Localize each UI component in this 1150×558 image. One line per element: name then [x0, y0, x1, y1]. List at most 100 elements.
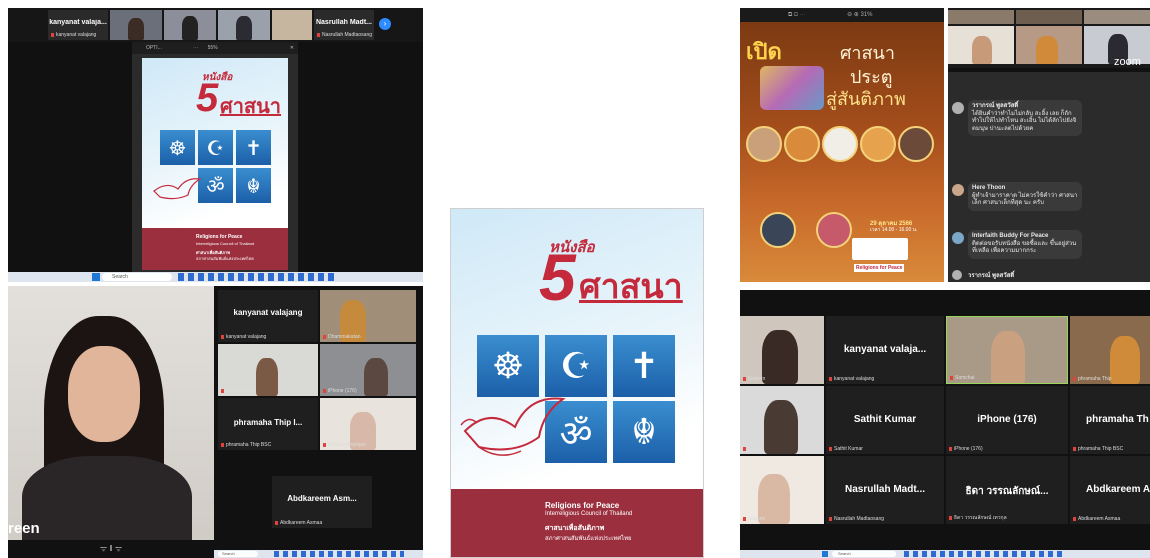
participant-label: Nasrullah Madtaosang: [829, 516, 884, 522]
participant-tile[interactable]: kanyanat valaja... kanyanat valajang: [48, 10, 108, 40]
participant-tile[interactable]: [948, 10, 1014, 24]
participant-label: phramaha Thip BSC: [1073, 446, 1123, 452]
participant-label: kanyanat valajang: [829, 376, 874, 382]
gallery-grid: Siriporn kanyanat valaja... kanyanat val…: [740, 316, 1150, 550]
participant-tile[interactable]: kanyanat valajang kanyanat valajang: [218, 290, 318, 342]
chat-message: Interfaith Buddy For Peace ติดต่อขอรับหน…: [952, 230, 1082, 259]
window-titlebar: OPTI... ⋯ 55% ✕: [132, 42, 298, 54]
participant-video: [364, 358, 388, 396]
participant-video: [764, 400, 798, 454]
poster-logos: [852, 238, 908, 260]
participant-tile[interactable]: ธิดา วรรณลักษณ์... ธิดา วรรณลักษณ์ เทวกุ…: [946, 456, 1068, 524]
participant-label: iPhone (176): [323, 388, 357, 394]
participant-tile[interactable]: Abdkareem Asm... Abdkareem Asmaa: [272, 476, 372, 528]
speaker-photo: [746, 126, 782, 162]
book-word: ศาสนา: [579, 268, 683, 306]
participant-name: Sathit Kumar: [853, 414, 917, 425]
speaker-photo: [822, 126, 858, 162]
participant-tile[interactable]: Sathit Kumar: [218, 344, 318, 396]
participant-name: kanyanat valajang: [233, 308, 303, 317]
screenshot-zoom-gallery: Siriporn kanyanat valaja... kanyanat val…: [740, 290, 1150, 558]
chat-sender: Interfaith Buddy For Peace: [972, 233, 1049, 239]
participant-label: Siriporn nnamjan: [323, 442, 366, 448]
participant-name: phramaha Thip I...: [233, 418, 303, 427]
next-page-button[interactable]: ›: [379, 18, 391, 30]
participant-tile[interactable]: Nasrullah Madt... Nasrullah Madtaosang: [314, 10, 374, 40]
participant-tile[interactable]: kanyanat valaja... kanyanat valajang: [826, 316, 944, 384]
participant-name: phramaha Th: [1086, 414, 1149, 425]
participant-tile[interactable]: iPhone (176): [320, 344, 416, 396]
participant-tile[interactable]: Siriporn nnamjan: [320, 398, 416, 450]
close-icon[interactable]: ✕: [290, 42, 294, 54]
moderator-photo: [816, 212, 852, 248]
taskbar-apps: [178, 273, 338, 281]
participant-tile[interactable]: Siriporn: [740, 456, 824, 524]
participant-video: [1036, 36, 1058, 64]
participant-tile[interactable]: Sathit Kumar Sathit Kumar: [826, 386, 944, 454]
participant-tile[interactable]: [110, 10, 162, 40]
chat-text: ได้ยินคำว่าทำไมไม่กลับ สะอิ้ง เลย ก็ถักท…: [972, 110, 1077, 132]
crescent-star-icon: ☪: [198, 130, 233, 165]
participant-tile[interactable]: Dhammakatan: [320, 290, 416, 342]
poster-brand: Religions for Peace: [854, 264, 905, 272]
participant-video: [182, 16, 198, 40]
participant-tile[interactable]: [1084, 10, 1150, 24]
participant-tile[interactable]: iPhone (176) iPhone (176): [946, 386, 1068, 454]
chat-message: Here Thoon ผู้ทำเจ้ามาราคาต ไม่ควรใช้คำว…: [952, 182, 1082, 211]
poster-title-4: สู่สันติภาพ: [826, 89, 906, 109]
participant-tile[interactable]: Siriporn: [740, 316, 824, 384]
participant-tile[interactable]: [1016, 10, 1082, 24]
participant-tile[interactable]: phramaha Th phramaha Thip BSC: [1070, 386, 1150, 454]
avatar: [952, 270, 962, 280]
start-icon[interactable]: [92, 273, 100, 281]
participant-tile[interactable]: [218, 10, 270, 40]
screenshot-zoom-gallery-speaker: reen ᯤ ǁ ᯤ kanyanat valajang kanyanat va…: [8, 286, 423, 558]
footer-thai2: สภาศาสนสัมพันธ์แห่งประเทศไทย: [545, 536, 632, 542]
footer-sub: Interreligious Council of Thailand: [196, 241, 255, 246]
participant-label: Siriporn: [743, 376, 765, 382]
book-footer: Religions for Peace Interreligious Counc…: [451, 489, 703, 557]
dove-icon: [459, 385, 569, 465]
participant-label: kanyanat valajang: [221, 334, 266, 340]
participant-label: Somchai: [950, 375, 974, 381]
participant-tile[interactable]: Sathit: [740, 386, 824, 454]
screenshot-event-poster: ⧉ ⊡ ⋯ ⊖ ⊕ 31% เปิด ศาสนา ประตู สู่สันติภ…: [740, 8, 944, 282]
zoom-level: 55%: [207, 45, 218, 51]
participant-label: phramaha Thip: [1073, 376, 1112, 382]
participant-label: Sathit Kumar: [221, 388, 255, 394]
participant-tile[interactable]: phramaha Thip: [1070, 316, 1150, 384]
taskbar: Search: [740, 550, 1150, 558]
participant-video: [762, 330, 798, 384]
participant-tile[interactable]: phramaha Thip I... phramaha Thip BSC: [218, 398, 318, 450]
participant-video: [1110, 336, 1140, 384]
avatar: [952, 184, 964, 196]
participant-name: ธิดา วรรณลักษณ์...: [965, 486, 1049, 497]
chat-text: ผู้ทำเจ้ามาราคาต ไม่ควรใช้คำว่า ศาสนาเล็…: [972, 192, 1078, 207]
participant-tile[interactable]: [272, 10, 312, 40]
book-cover-thumbnail: หนังสือ 5 ศาสนา ☸ ☪ ✝ ॐ ☬ Religions for …: [142, 58, 288, 270]
start-icon[interactable]: [822, 551, 828, 557]
taskbar-search[interactable]: Search: [832, 551, 896, 557]
participant-video: [128, 18, 144, 40]
participant-tile[interactable]: [164, 10, 216, 40]
chat-message: วรากรณ์ พูลสวัสดิ์: [952, 270, 1082, 280]
participant-tile[interactable]: [948, 26, 1014, 64]
footer-main: Religions for Peace: [196, 234, 243, 240]
taskbar-apps: [904, 551, 1064, 557]
taskbar-search[interactable]: Search: [102, 273, 172, 281]
shared-window: OPTI... ⋯ 55% ✕ หนังสือ 5 ศาสนา ☸ ☪ ✝ ॐ …: [132, 42, 298, 274]
chat-text: ติดต่อขอรับหนังสือ ขอซื้อและ ขึ้นอยู่ส่ว…: [972, 240, 1077, 255]
participant-label: Abdkareem Asmaa: [275, 520, 322, 526]
taskbar-search[interactable]: Search: [218, 551, 258, 557]
avatar: [952, 102, 964, 114]
participant-tile[interactable]: Abdkareem A Abdkareem Asmaa: [1070, 456, 1150, 524]
participant-tile[interactable]: Nasrullah Madt... Nasrullah Madtaosang: [826, 456, 944, 524]
footer-thai2: สภาศาสนสัมพันธ์แห่งประเทศไทย: [196, 256, 254, 261]
khanda-icon: ☬: [236, 168, 271, 203]
participant-video: [972, 36, 992, 64]
zoom-level: 31%: [860, 12, 873, 18]
taskbar: Search: [8, 272, 423, 282]
participant-tile[interactable]: Somchai: [946, 316, 1068, 384]
footer-main: Religions for Peace: [545, 501, 620, 510]
participant-tile[interactable]: [1016, 26, 1082, 64]
